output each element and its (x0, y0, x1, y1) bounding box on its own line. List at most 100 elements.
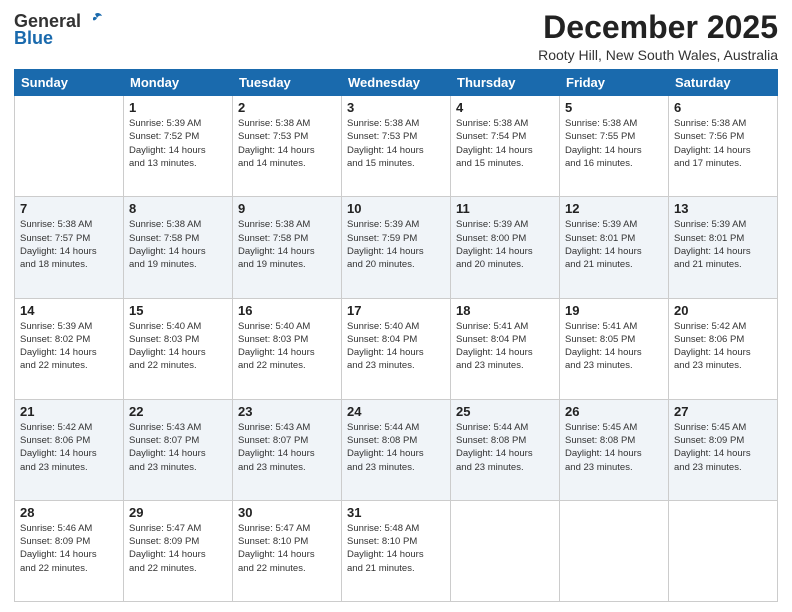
weekday-header-row: Sunday Monday Tuesday Wednesday Thursday… (15, 70, 778, 96)
table-row: 3 Sunrise: 5:38 AM Sunset: 7:53 PM Daylig… (342, 96, 451, 197)
table-row: 21 Sunrise: 5:42 AM Sunset: 8:06 PM Dayli… (15, 399, 124, 500)
calendar-week-row: 21 Sunrise: 5:42 AM Sunset: 8:06 PM Dayli… (15, 399, 778, 500)
day-info: Sunrise: 5:41 AM Sunset: 8:04 PM Dayligh… (456, 320, 554, 373)
day-number: 1 (129, 100, 227, 115)
table-row: 29 Sunrise: 5:47 AM Sunset: 8:09 PM Dayli… (124, 500, 233, 601)
calendar-week-row: 28Sunrise: 5:46 AM Sunset: 8:09 PM Dayli… (15, 500, 778, 601)
table-row: 13Sunrise: 5:39 AM Sunset: 8:01 PM Dayli… (669, 197, 778, 298)
header: General Blue December 2025 Rooty Hill, N… (14, 10, 778, 63)
table-row: 31Sunrise: 5:48 AM Sunset: 8:10 PM Dayli… (342, 500, 451, 601)
table-row: 14 Sunrise: 5:39 AM Sunset: 8:02 PM Dayli… (15, 298, 124, 399)
header-monday: Monday (124, 70, 233, 96)
day-number: 21 (20, 404, 118, 419)
day-number: 27 (674, 404, 772, 419)
day-number: 9 (238, 201, 336, 216)
table-row: 30Sunrise: 5:47 AM Sunset: 8:10 PM Dayli… (233, 500, 342, 601)
day-number: 17 (347, 303, 445, 318)
calendar-week-row: 7 Sunrise: 5:38 AM Sunset: 7:57 PM Daylig… (15, 197, 778, 298)
header-friday: Friday (560, 70, 669, 96)
day-number: 20 (674, 303, 772, 318)
day-number: 11 (456, 201, 554, 216)
day-info: Sunrise: 5:38 AM Sunset: 7:54 PM Dayligh… (456, 117, 554, 170)
day-info: Sunrise: 5:42 AM Sunset: 8:06 PM Dayligh… (674, 320, 772, 373)
day-number: 14 (20, 303, 118, 318)
day-info: Sunrise: 5:44 AM Sunset: 8:08 PM Dayligh… (347, 421, 445, 474)
table-row: 11Sunrise: 5:39 AM Sunset: 8:00 PM Dayli… (451, 197, 560, 298)
calendar-week-row: 14 Sunrise: 5:39 AM Sunset: 8:02 PM Dayli… (15, 298, 778, 399)
table-row: 8 Sunrise: 5:38 AM Sunset: 7:58 PM Daylig… (124, 197, 233, 298)
table-row: 27 Sunrise: 5:45 AM Sunset: 8:09 PM Dayli… (669, 399, 778, 500)
table-row (669, 500, 778, 601)
table-row: 17 Sunrise: 5:40 AM Sunset: 8:04 PM Dayli… (342, 298, 451, 399)
day-number: 16 (238, 303, 336, 318)
month-title: December 2025 (538, 10, 778, 45)
table-row: 9 Sunrise: 5:38 AM Sunset: 7:58 PM Daylig… (233, 197, 342, 298)
day-number: 19 (565, 303, 663, 318)
header-wednesday: Wednesday (342, 70, 451, 96)
day-number: 23 (238, 404, 336, 419)
table-row: 18 Sunrise: 5:41 AM Sunset: 8:04 PM Dayli… (451, 298, 560, 399)
day-info: Sunrise: 5:40 AM Sunset: 8:03 PM Dayligh… (129, 320, 227, 373)
table-row: 24 Sunrise: 5:44 AM Sunset: 8:08 PM Dayli… (342, 399, 451, 500)
day-info: Sunrise: 5:38 AM Sunset: 7:56 PM Dayligh… (674, 117, 772, 170)
day-number: 18 (456, 303, 554, 318)
day-number: 10 (347, 201, 445, 216)
day-number: 29 (129, 505, 227, 520)
day-info: Sunrise: 5:39 AM Sunset: 8:01 PM Dayligh… (565, 218, 663, 271)
day-info: Sunrise: 5:39 AM Sunset: 8:02 PM Dayligh… (20, 320, 118, 373)
day-info: Sunrise: 5:44 AM Sunset: 8:08 PM Dayligh… (456, 421, 554, 474)
table-row: 10 Sunrise: 5:39 AM Sunset: 7:59 PM Dayli… (342, 197, 451, 298)
day-number: 24 (347, 404, 445, 419)
table-row: 19 Sunrise: 5:41 AM Sunset: 8:05 PM Dayli… (560, 298, 669, 399)
day-info: Sunrise: 5:40 AM Sunset: 8:04 PM Dayligh… (347, 320, 445, 373)
day-number: 6 (674, 100, 772, 115)
day-info: Sunrise: 5:47 AM Sunset: 8:10 PM Dayligh… (238, 522, 336, 575)
day-number: 22 (129, 404, 227, 419)
day-info: Sunrise: 5:38 AM Sunset: 7:55 PM Dayligh… (565, 117, 663, 170)
day-info: Sunrise: 5:38 AM Sunset: 7:58 PM Dayligh… (129, 218, 227, 271)
table-row: 7 Sunrise: 5:38 AM Sunset: 7:57 PM Daylig… (15, 197, 124, 298)
day-info: Sunrise: 5:39 AM Sunset: 7:52 PM Dayligh… (129, 117, 227, 170)
day-number: 13 (674, 201, 772, 216)
day-info: Sunrise: 5:45 AM Sunset: 8:09 PM Dayligh… (674, 421, 772, 474)
table-row: 12 Sunrise: 5:39 AM Sunset: 8:01 PM Dayli… (560, 197, 669, 298)
day-number: 3 (347, 100, 445, 115)
header-sunday: Sunday (15, 70, 124, 96)
table-row: 1 Sunrise: 5:39 AM Sunset: 7:52 PM Daylig… (124, 96, 233, 197)
table-row: 6 Sunrise: 5:38 AM Sunset: 7:56 PM Daylig… (669, 96, 778, 197)
day-info: Sunrise: 5:38 AM Sunset: 7:53 PM Dayligh… (347, 117, 445, 170)
day-info: Sunrise: 5:39 AM Sunset: 7:59 PM Dayligh… (347, 218, 445, 271)
day-info: Sunrise: 5:42 AM Sunset: 8:06 PM Dayligh… (20, 421, 118, 474)
day-number: 12 (565, 201, 663, 216)
table-row: 26Sunrise: 5:45 AM Sunset: 8:08 PM Dayli… (560, 399, 669, 500)
day-number: 31 (347, 505, 445, 520)
table-row (451, 500, 560, 601)
day-info: Sunrise: 5:38 AM Sunset: 7:53 PM Dayligh… (238, 117, 336, 170)
day-info: Sunrise: 5:43 AM Sunset: 8:07 PM Dayligh… (129, 421, 227, 474)
table-row: 23 Sunrise: 5:43 AM Sunset: 8:07 PM Dayli… (233, 399, 342, 500)
logo-bird-icon (83, 10, 105, 32)
table-row: 2 Sunrise: 5:38 AM Sunset: 7:53 PM Daylig… (233, 96, 342, 197)
location: Rooty Hill, New South Wales, Australia (538, 47, 778, 63)
day-info: Sunrise: 5:43 AM Sunset: 8:07 PM Dayligh… (238, 421, 336, 474)
day-info: Sunrise: 5:47 AM Sunset: 8:09 PM Dayligh… (129, 522, 227, 575)
table-row: 16 Sunrise: 5:40 AM Sunset: 8:03 PM Dayli… (233, 298, 342, 399)
day-info: Sunrise: 5:38 AM Sunset: 7:57 PM Dayligh… (20, 218, 118, 271)
day-number: 26 (565, 404, 663, 419)
header-thursday: Thursday (451, 70, 560, 96)
day-info: Sunrise: 5:46 AM Sunset: 8:09 PM Dayligh… (20, 522, 118, 575)
day-info: Sunrise: 5:38 AM Sunset: 7:58 PM Dayligh… (238, 218, 336, 271)
table-row: 20 Sunrise: 5:42 AM Sunset: 8:06 PM Dayli… (669, 298, 778, 399)
day-number: 2 (238, 100, 336, 115)
day-number: 8 (129, 201, 227, 216)
day-info: Sunrise: 5:40 AM Sunset: 8:03 PM Dayligh… (238, 320, 336, 373)
day-number: 25 (456, 404, 554, 419)
table-row: 28Sunrise: 5:46 AM Sunset: 8:09 PM Dayli… (15, 500, 124, 601)
day-info: Sunrise: 5:41 AM Sunset: 8:05 PM Dayligh… (565, 320, 663, 373)
day-number: 15 (129, 303, 227, 318)
table-row: 5Sunrise: 5:38 AM Sunset: 7:55 PM Daylig… (560, 96, 669, 197)
day-number: 7 (20, 201, 118, 216)
calendar-week-row: 1 Sunrise: 5:39 AM Sunset: 7:52 PM Daylig… (15, 96, 778, 197)
title-block: December 2025 Rooty Hill, New South Wale… (538, 10, 778, 63)
table-row (15, 96, 124, 197)
